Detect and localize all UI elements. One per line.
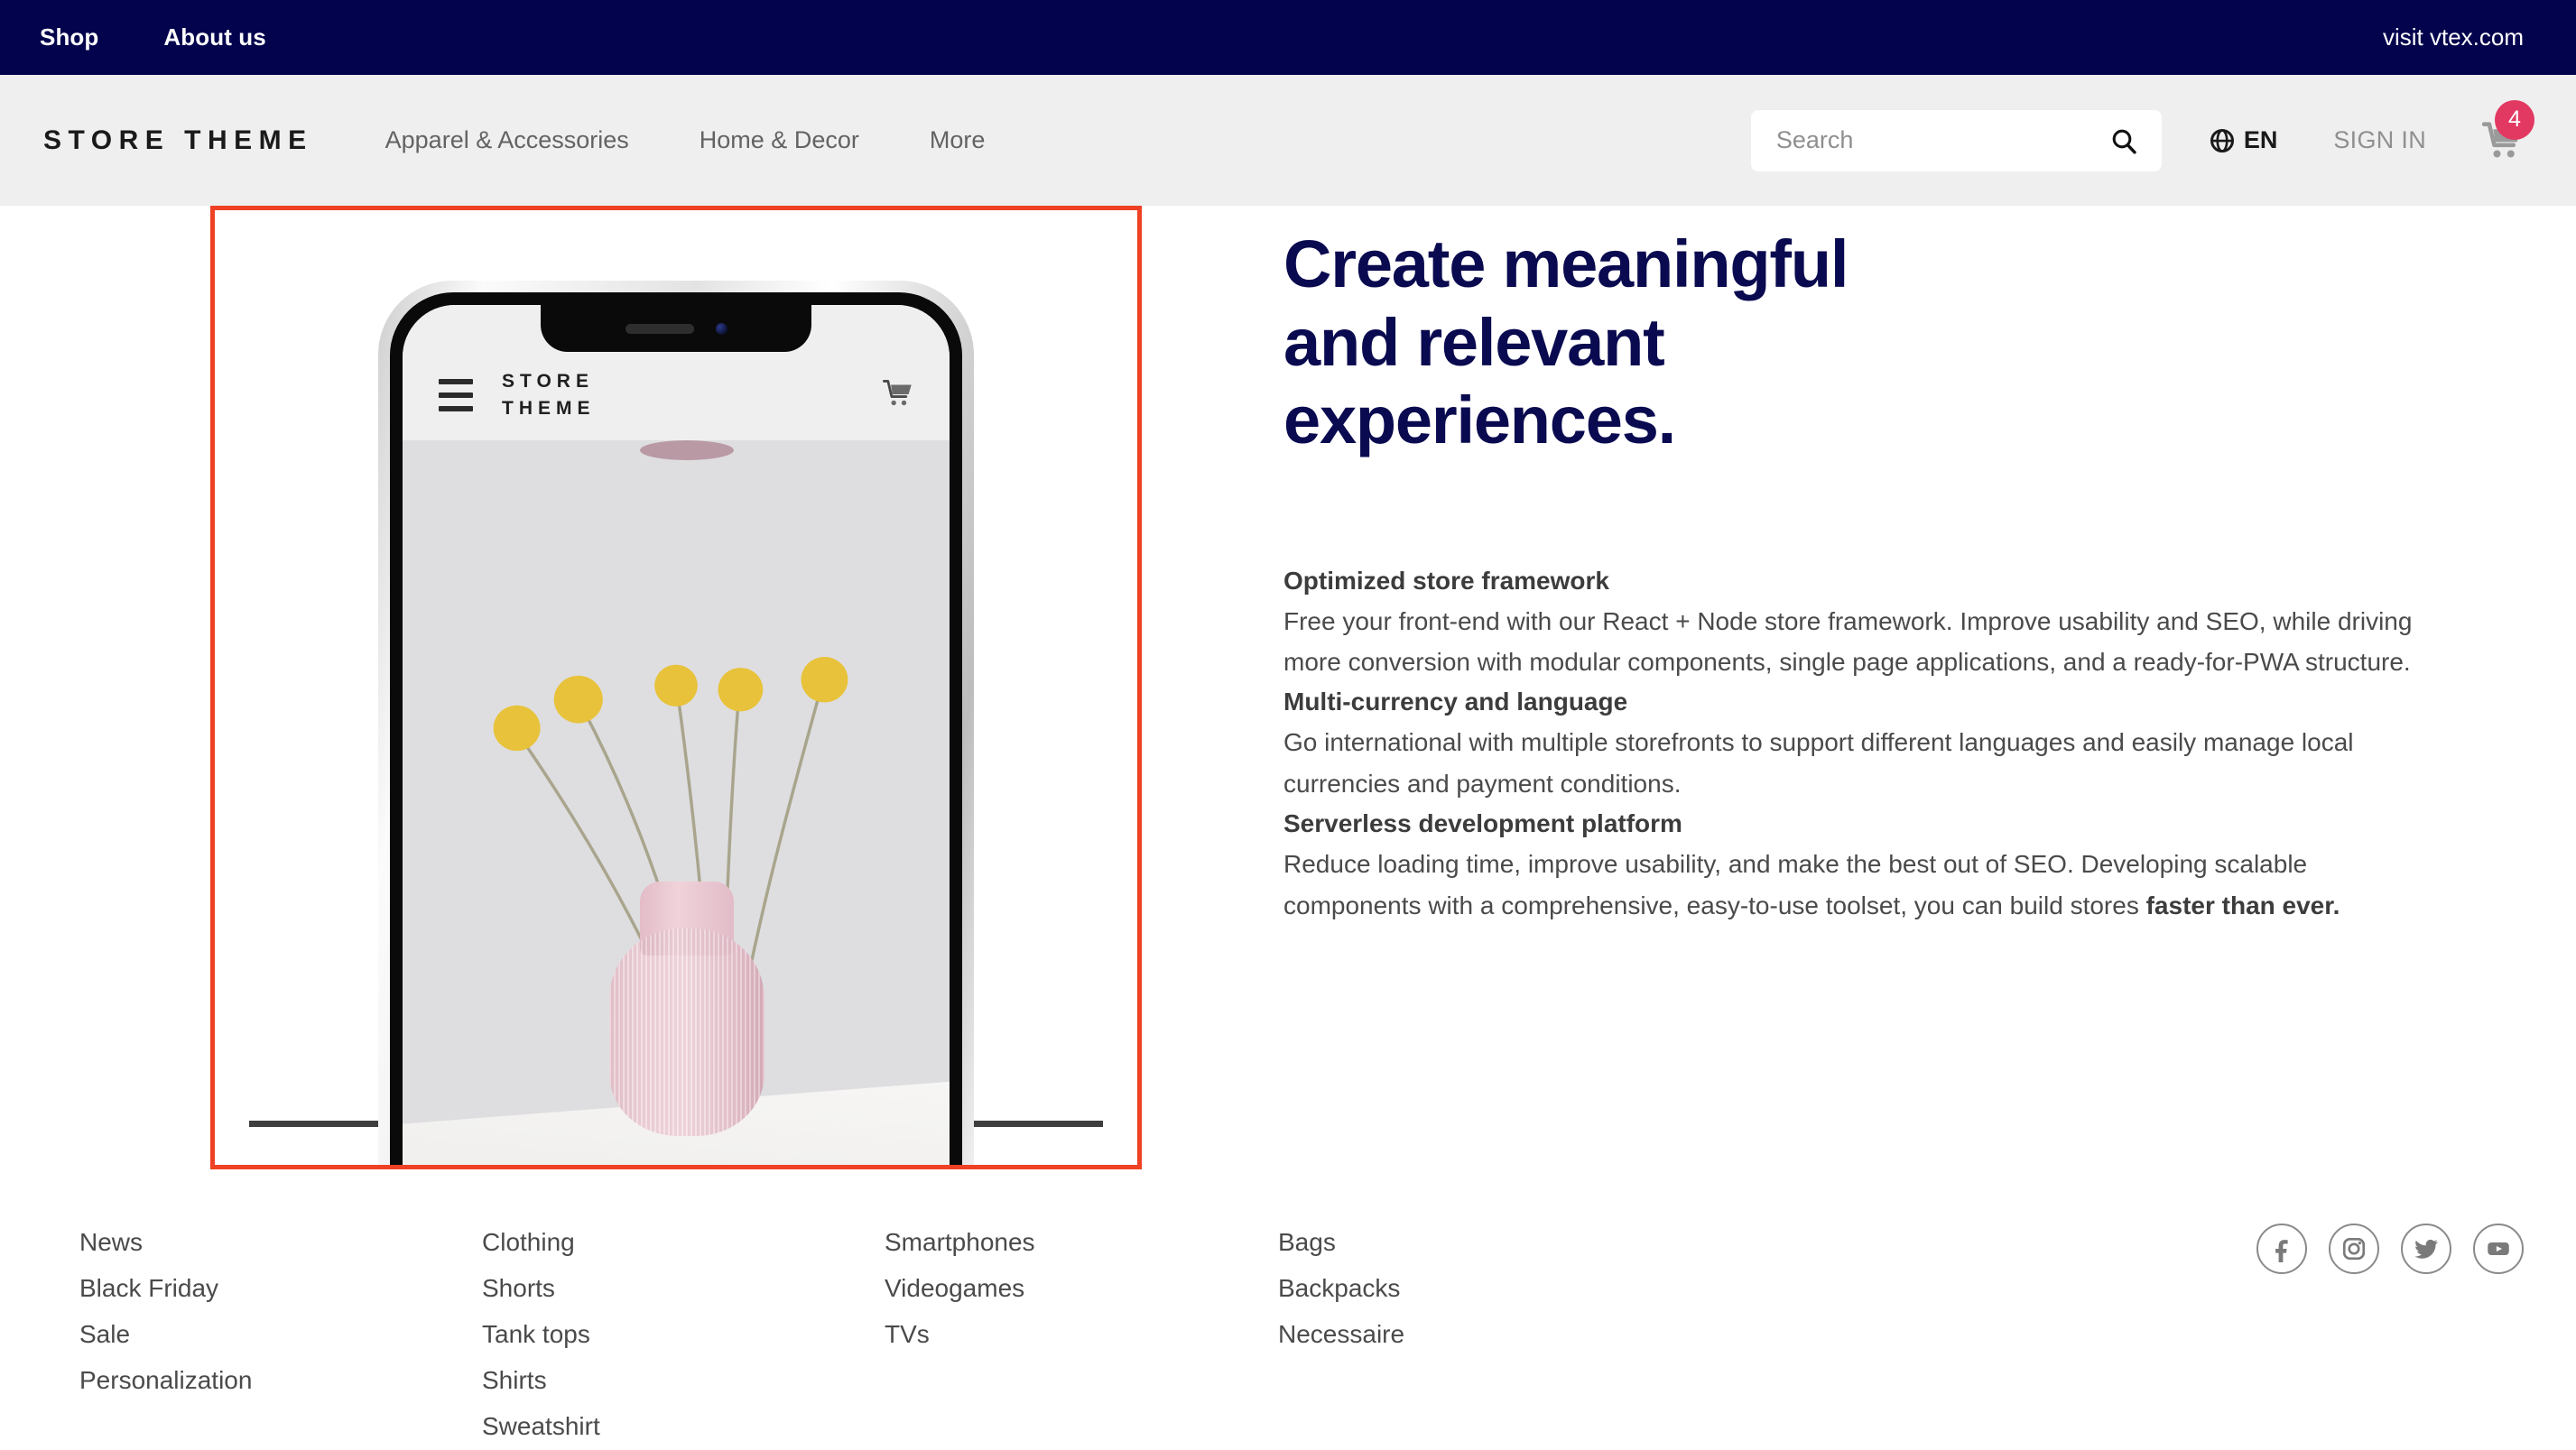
phone-cart-button[interactable] — [883, 379, 913, 412]
phone-product-photo — [403, 440, 950, 1165]
topbar-link-shop[interactable]: Shop — [40, 23, 98, 51]
hero-section: STORE THEME Create meaningful and releva… — [0, 206, 2576, 1207]
footer-link-sale[interactable]: Sale — [79, 1312, 482, 1358]
feature-body-optimized-store-framework: Free your front-end with our React + Nod… — [1283, 606, 2413, 677]
utility-topbar-right: visit vtex.com — [2383, 23, 2524, 51]
social-link-youtube[interactable] — [2473, 1224, 2524, 1274]
footer-link-videogames[interactable]: Videogames — [885, 1266, 1278, 1312]
footer-link-necessaire[interactable]: Necessaire — [1278, 1312, 1681, 1358]
shopping-cart-icon — [883, 379, 912, 405]
topbar-link-about-us[interactable]: About us — [163, 23, 265, 51]
language-label: EN — [2243, 126, 2278, 153]
site-footer: News Black Friday Sale Personalization C… — [0, 1220, 2576, 1450]
social-link-facebook[interactable] — [2256, 1224, 2307, 1274]
feature-body-multi-currency-and-language: Go international with multiple storefron… — [1283, 728, 2354, 798]
youtube-icon — [2488, 1242, 2509, 1255]
hamburger-menu-icon[interactable] — [439, 379, 473, 411]
cart-button[interactable]: 4 — [2482, 99, 2534, 162]
globe-icon — [2210, 128, 2234, 152]
footer-link-shirts[interactable]: Shirts — [482, 1358, 885, 1404]
search-submit-button[interactable] — [2106, 123, 2142, 159]
nav-item-home-decor[interactable]: Home & Decor — [700, 126, 859, 154]
social-link-twitter[interactable] — [2401, 1224, 2451, 1274]
nav-item-more[interactable]: More — [930, 126, 986, 154]
cart-count-badge: 4 — [2495, 99, 2534, 140]
feature-title-optimized-store-framework: Optimized store framework — [1283, 566, 1609, 595]
pink-vase-graphic — [609, 928, 765, 1136]
footer-link-bags[interactable]: Bags — [1278, 1220, 1681, 1266]
search-icon — [2112, 129, 2136, 154]
phone-screen: STORE THEME — [403, 305, 950, 1165]
language-selector[interactable]: EN — [2209, 126, 2278, 154]
header-actions: EN SIGN IN 4 — [1750, 99, 2534, 171]
utility-nav: Shop About us — [40, 23, 266, 51]
footer-column-3: Smartphones Videogames TVs — [885, 1220, 1278, 1450]
visit-vtex-link[interactable]: visit vtex.com — [2383, 23, 2524, 51]
social-links — [2256, 1220, 2524, 1450]
phone-speaker — [625, 323, 694, 334]
headline-line-1: Create meaningful — [1283, 226, 1849, 301]
hero-image-highlighted[interactable]: STORE THEME — [210, 206, 1142, 1169]
footer-link-tank-tops[interactable]: Tank tops — [482, 1312, 885, 1358]
footer-link-personalization[interactable]: Personalization — [79, 1358, 482, 1404]
headline-line-2: and relevant — [1283, 304, 1665, 380]
instagram-icon — [2342, 1237, 2366, 1261]
footer-link-shorts[interactable]: Shorts — [482, 1266, 885, 1312]
phone-mockup-stage: STORE THEME — [215, 210, 1137, 1165]
sign-in-link[interactable]: SIGN IN — [2333, 126, 2426, 154]
utility-topbar: Shop About us visit vtex.com — [0, 0, 2576, 75]
footer-link-black-friday[interactable]: Black Friday — [79, 1266, 482, 1312]
site-header: STORE THEME Apparel & Accessories Home &… — [0, 75, 2576, 206]
page-title: Create meaningful and relevant experienc… — [1283, 226, 2448, 460]
footer-link-smartphones[interactable]: Smartphones — [885, 1220, 1278, 1266]
footer-link-sweatshirt[interactable]: Sweatshirt — [482, 1404, 885, 1450]
feature-title-multi-currency-and-language: Multi-currency and language — [1283, 688, 1628, 716]
phone-bezel: STORE THEME — [390, 292, 962, 1165]
footer-column-4: Bags Backpacks Necessaire — [1278, 1220, 1681, 1450]
phone-notch — [541, 305, 811, 352]
phone-device: STORE THEME — [378, 281, 974, 1165]
phone-camera-icon — [715, 322, 727, 335]
facebook-icon — [2275, 1240, 2288, 1262]
store-logo[interactable]: STORE THEME — [43, 125, 313, 156]
footer-link-tvs[interactable]: TVs — [885, 1312, 1278, 1358]
feature-body-serverless-development-platform: Reduce loading time, improve usability, … — [1283, 844, 2448, 926]
feature-title-serverless-development-platform: Serverless development platform — [1283, 809, 1682, 838]
vase-mouth — [640, 440, 735, 460]
footer-link-news[interactable]: News — [79, 1220, 482, 1266]
feature-body-emphasis: faster than ever. — [2145, 891, 2340, 919]
headline-line-3: experiences. — [1283, 383, 1676, 458]
search-box[interactable] — [1750, 109, 2162, 171]
nav-item-apparel-accessories[interactable]: Apparel & Accessories — [385, 126, 629, 154]
footer-link-clothing[interactable]: Clothing — [482, 1220, 885, 1266]
social-link-instagram[interactable] — [2329, 1224, 2379, 1274]
footer-column-2: Clothing Shorts Tank tops Shirts Sweatsh… — [482, 1220, 885, 1450]
phone-store-logo: STORE THEME — [502, 370, 596, 419]
footer-column-1: News Black Friday Sale Personalization — [79, 1220, 482, 1450]
twitter-icon — [2414, 1239, 2439, 1259]
hero-copy: Create meaningful and relevant experienc… — [1283, 226, 2448, 931]
search-input[interactable] — [1775, 126, 2106, 154]
footer-link-backpacks[interactable]: Backpacks — [1278, 1266, 1681, 1312]
main-navigation: Apparel & Accessories Home & Decor More — [385, 126, 986, 154]
